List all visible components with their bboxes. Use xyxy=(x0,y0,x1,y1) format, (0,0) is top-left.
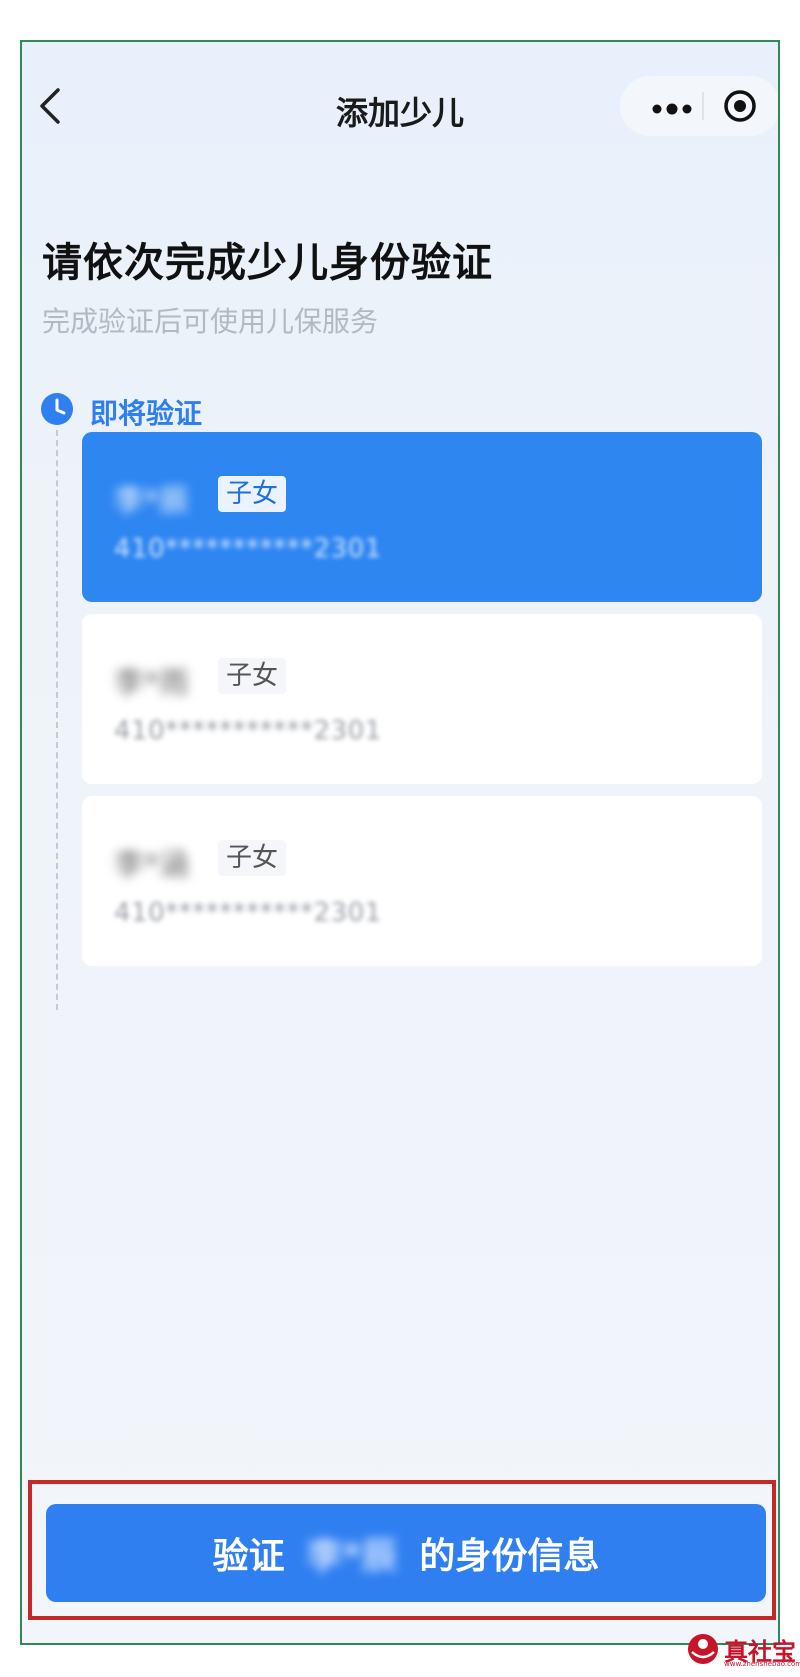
verify-identity-button[interactable]: 验证 李*辰 的身份信息 xyxy=(46,1504,766,1602)
capsule-divider xyxy=(702,92,704,120)
child-card-3[interactable]: 李*涵 子女 410***********2301 xyxy=(82,796,762,966)
verify-child-name: 李*辰 xyxy=(306,1536,398,1577)
highlight-box: 验证 李*辰 的身份信息 xyxy=(28,1480,776,1620)
child-id-number: 410***********2301 xyxy=(114,534,382,564)
target-circle-icon xyxy=(724,90,756,122)
relation-badge: 子女 xyxy=(218,476,286,512)
child-card-1[interactable]: 李*辰 子女 410***********2301 xyxy=(82,432,762,602)
child-name: 李*雨 xyxy=(114,666,189,701)
child-card-2[interactable]: 李*雨 子女 410***********2301 xyxy=(82,614,762,784)
verification-subtitle: 完成验证后可使用儿保服务 xyxy=(42,305,379,338)
timeline-line xyxy=(56,430,58,1010)
child-id-number: 410***********2301 xyxy=(114,716,382,746)
more-button[interactable] xyxy=(652,100,692,115)
timeline-status: 即将验证 xyxy=(90,397,203,430)
verify-prefix: 验证 xyxy=(212,1536,285,1577)
watermark-url: www.zhenshebao.com xyxy=(724,1660,800,1668)
more-dots-icon xyxy=(652,103,692,115)
watermark-logo-icon xyxy=(686,1632,720,1666)
close-button[interactable] xyxy=(722,88,758,124)
watermark: 真社宝 www.zhenshebao.com xyxy=(686,1632,800,1672)
relation-badge: 子女 xyxy=(218,840,286,876)
mini-program-capsule xyxy=(620,76,778,136)
child-name: 李*辰 xyxy=(114,484,189,519)
verify-suffix: 的身份信息 xyxy=(419,1536,600,1577)
child-name: 李*涵 xyxy=(114,848,189,883)
relation-badge: 子女 xyxy=(218,658,286,694)
clock-icon xyxy=(40,392,74,426)
verification-heading: 请依次完成少儿身份验证 xyxy=(42,240,493,286)
phone-screen: 添加少儿 请依次完成少儿身份验证 完成验证后可使用儿保服务 即将验证 李*辰 子… xyxy=(20,40,780,1645)
child-id-number: 410***********2301 xyxy=(114,898,382,928)
